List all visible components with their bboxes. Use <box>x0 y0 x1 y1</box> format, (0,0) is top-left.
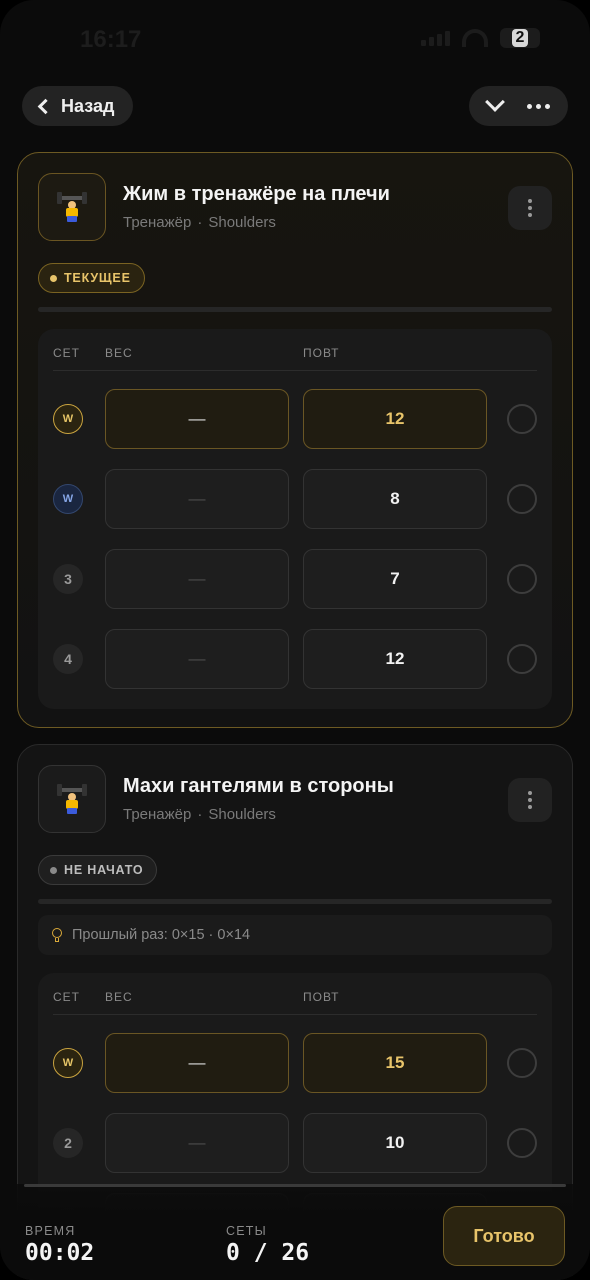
weightlifter-icon <box>57 784 87 814</box>
status-dot <box>50 866 57 874</box>
time-label: ВРЕМЯ <box>25 1224 76 1238</box>
set-number[interactable]: W <box>53 484 83 514</box>
set-row: 4 — 12 <box>38 629 552 689</box>
exercise-equipment: Тренажёр <box>123 806 192 823</box>
sets-table: СЕТ ВЕС ПОВТ W — 12 W — 8 3 — 7 4 — 12 <box>38 329 552 709</box>
weight-input[interactable]: — <box>105 1113 289 1173</box>
battery-icon: 2 <box>500 28 540 48</box>
set-complete-checkbox[interactable] <box>507 1128 537 1158</box>
column-reps: ПОВТ <box>303 346 340 360</box>
finish-workout-button[interactable]: Готово <box>443 1206 565 1266</box>
reps-input[interactable]: 15 <box>303 1033 487 1093</box>
set-number[interactable]: 4 <box>53 644 83 674</box>
status-dot <box>50 274 57 282</box>
status-icons: 2 <box>421 28 540 48</box>
weight-input[interactable]: — <box>105 469 289 529</box>
column-weight: ВЕС <box>105 990 133 1004</box>
footer-divider <box>24 1184 566 1187</box>
reps-input[interactable]: 10 <box>303 1113 487 1173</box>
exercise-thumbnail <box>38 765 106 833</box>
set-complete-checkbox[interactable] <box>507 1048 537 1078</box>
set-complete-checkbox[interactable] <box>507 484 537 514</box>
sets-value: 0 / 26 <box>226 1240 310 1266</box>
status-bar: 16:17 2 <box>0 0 590 70</box>
exercise-muscle: Shoulders <box>208 214 276 231</box>
exercise-title: Махи гантелями в стороны <box>123 775 394 797</box>
reps-input[interactable]: 8 <box>303 469 487 529</box>
set-number[interactable]: W <box>53 1048 83 1078</box>
set-number[interactable]: 3 <box>53 564 83 594</box>
status-badge-label: ТЕКУЩЕЕ <box>64 271 131 285</box>
wifi-icon <box>462 29 488 47</box>
column-weight: ВЕС <box>105 346 133 360</box>
set-number[interactable]: W <box>53 404 83 434</box>
workout-footer: ВРЕМЯ 00:02 СЕТЫ 0 / 26 Готово <box>0 1184 590 1280</box>
sets-header: СЕТ ВЕС ПОВТ <box>53 973 537 1015</box>
weight-input[interactable]: — <box>105 549 289 609</box>
weight-input[interactable]: — <box>105 389 289 449</box>
set-row: W — 12 <box>38 389 552 449</box>
weight-input[interactable]: — <box>105 629 289 689</box>
lightbulb-icon <box>52 928 62 942</box>
back-button[interactable]: Назад <box>22 86 133 126</box>
exercise-menu-button[interactable] <box>508 186 552 230</box>
column-set: СЕТ <box>53 990 80 1004</box>
column-set: СЕТ <box>53 346 80 360</box>
weight-input[interactable]: — <box>105 1033 289 1093</box>
exercise-progress <box>38 307 552 312</box>
sets-header: СЕТ ВЕС ПОВТ <box>53 329 537 371</box>
previous-session-text: Прошлый раз: 0×15 · 0×14 <box>72 927 251 943</box>
more-horizontal-icon[interactable] <box>526 103 550 109</box>
set-number[interactable]: 2 <box>53 1128 83 1158</box>
column-reps: ПОВТ <box>303 990 340 1004</box>
status-badge: ТЕКУЩЕЕ <box>38 263 145 293</box>
set-row: W — 8 <box>38 469 552 529</box>
weightlifter-icon <box>57 192 87 222</box>
workout-screen: 16:17 2 Назад Жим в тренажёре на плечи Т… <box>0 0 590 1280</box>
exercise-progress <box>38 899 552 904</box>
chevron-left-icon <box>37 98 54 114</box>
set-row: 2 — 10 <box>38 1113 552 1173</box>
sets-label: СЕТЫ <box>226 1224 267 1238</box>
reps-input[interactable]: 7 <box>303 549 487 609</box>
back-button-label: Назад <box>61 95 115 116</box>
status-time: 16:17 <box>80 26 142 53</box>
time-value: 00:02 <box>25 1240 95 1266</box>
status-badge-label: НЕ НАЧАТО <box>64 863 144 877</box>
exercise-subtitle: Тренажёр · Shoulders <box>123 806 276 823</box>
signal-icon <box>421 30 450 46</box>
reps-input[interactable]: 12 <box>303 389 487 449</box>
status-badge: НЕ НАЧАТО <box>38 855 158 885</box>
set-row: 3 — 7 <box>38 549 552 609</box>
chevron-down-icon[interactable] <box>484 92 505 112</box>
reps-input[interactable]: 12 <box>303 629 487 689</box>
exercise-thumbnail <box>38 173 106 241</box>
subtitle-separator: · <box>197 214 203 231</box>
set-complete-checkbox[interactable] <box>507 644 537 674</box>
subtitle-separator: · <box>197 806 203 823</box>
exercise-card: Жим в тренажёре на плечи Тренажёр · Should… <box>17 152 573 728</box>
nav-actions <box>469 86 568 126</box>
exercise-equipment: Тренажёр <box>123 214 192 231</box>
set-row: W — 15 <box>38 1033 552 1093</box>
battery-level: 2 <box>511 29 529 47</box>
previous-session-hint: Прошлый раз: 0×15 · 0×14 <box>38 915 552 955</box>
exercise-muscle: Shoulders <box>208 806 276 823</box>
exercise-title: Жим в тренажёре на плечи <box>123 183 390 205</box>
set-complete-checkbox[interactable] <box>507 564 537 594</box>
exercise-menu-button[interactable] <box>508 778 552 822</box>
exercise-subtitle: Тренажёр · Shoulders <box>123 214 276 231</box>
set-complete-checkbox[interactable] <box>507 404 537 434</box>
